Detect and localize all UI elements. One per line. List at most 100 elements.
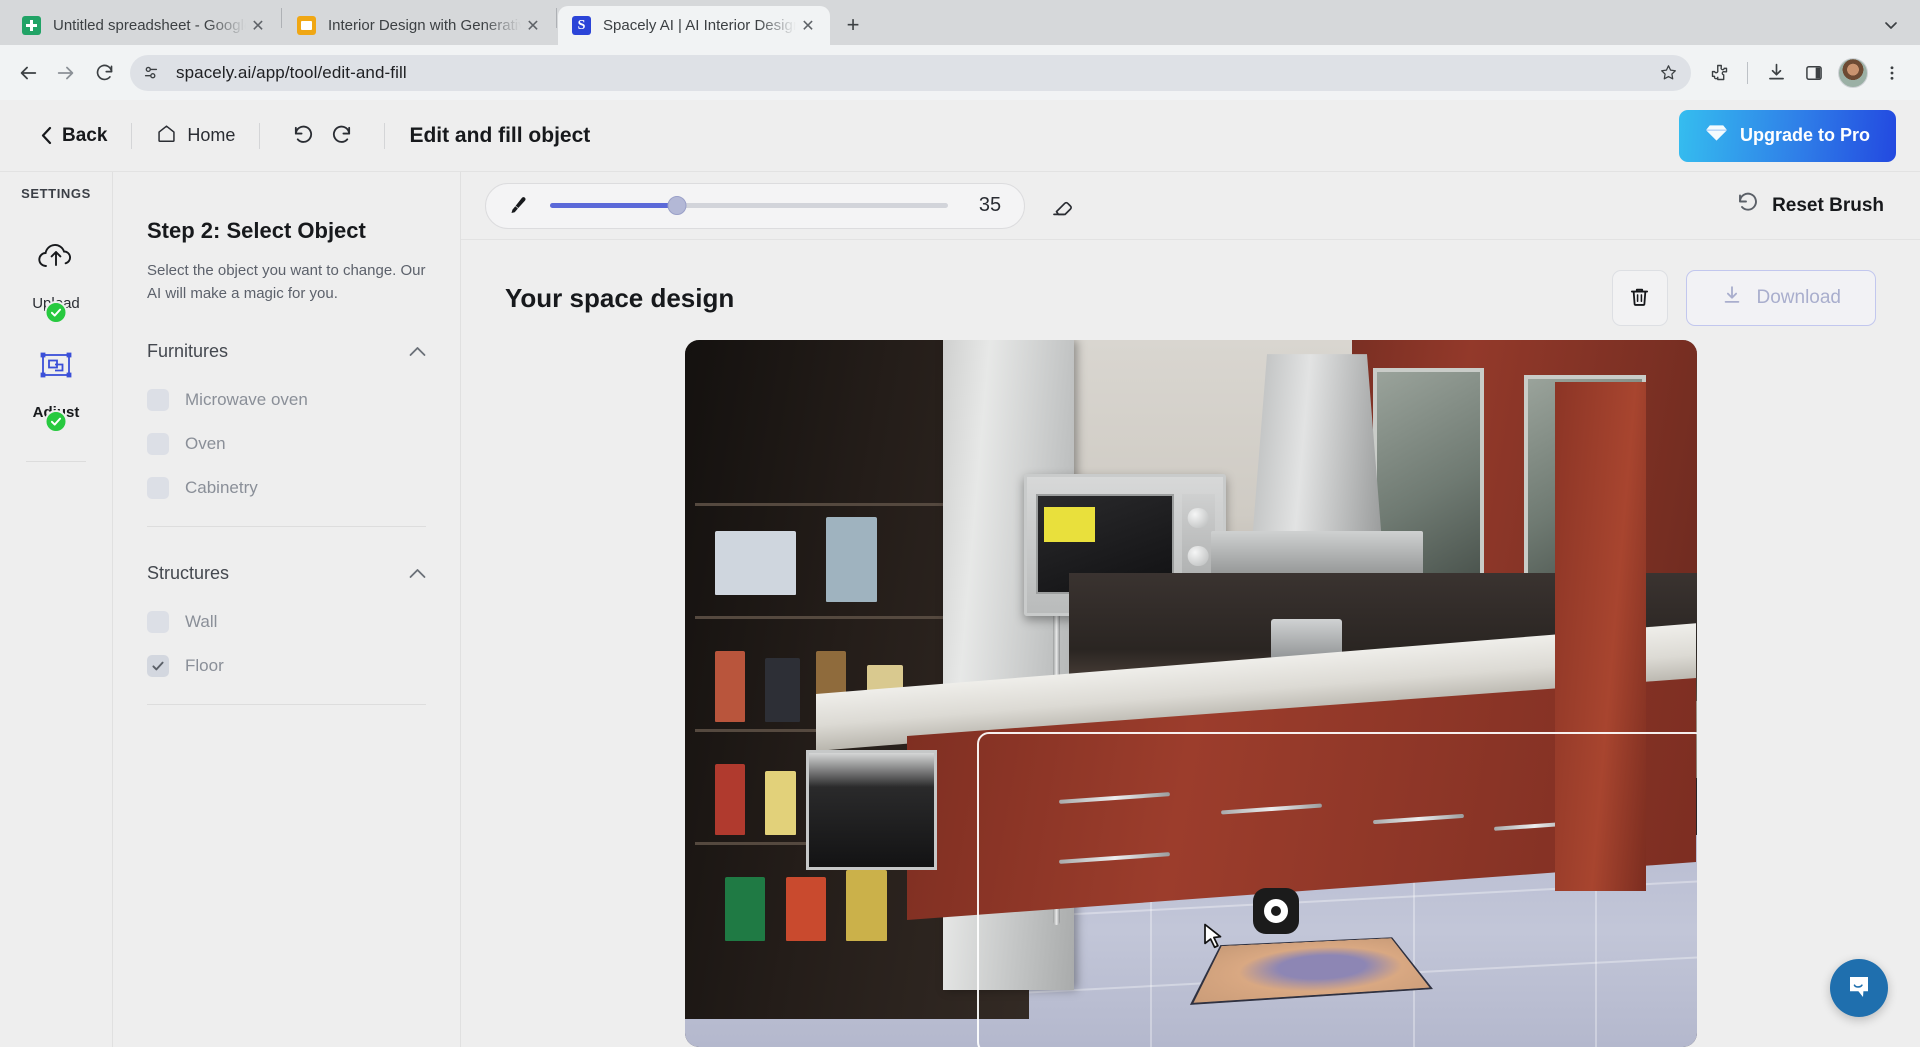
panel-title: Step 2: Select Object [147, 218, 426, 244]
group-items-furnitures: Microwave oven Oven Cabinetry [147, 378, 426, 510]
brush-size-control[interactable]: 35 [485, 183, 1025, 229]
kitchen-photo[interactable] [685, 340, 1697, 1047]
checkbox[interactable] [147, 389, 169, 411]
app-header: Back Home Edit and fill object [0, 100, 1920, 172]
design-area: Your space design [461, 240, 1920, 1047]
home-label: Home [187, 125, 235, 146]
upgrade-to-pro-button[interactable]: Upgrade to Pro [1679, 110, 1896, 162]
group-label: Structures [147, 563, 229, 584]
group-header-structures[interactable]: Structures [147, 555, 426, 592]
new-tab-button[interactable]: + [836, 8, 870, 42]
reload-icon[interactable] [86, 55, 122, 91]
delete-button[interactable] [1612, 270, 1668, 326]
reset-brush-button[interactable]: Reset Brush [1736, 191, 1896, 221]
brush-size-value: 35 [962, 194, 1018, 217]
toolbar-divider [1747, 62, 1748, 84]
option-microwave-oven[interactable]: Microwave oven [147, 378, 426, 422]
spacely-app: Back Home Edit and fill object [0, 100, 1920, 1047]
jar [765, 658, 799, 722]
option-label: Wall [185, 612, 217, 632]
download-button[interactable]: Download [1686, 270, 1877, 326]
chevron-up-icon[interactable] [409, 341, 426, 362]
range-hood [1251, 354, 1383, 552]
bottle [826, 517, 877, 602]
settings-heading: SETTINGS [21, 186, 91, 201]
box [715, 531, 796, 595]
home-button[interactable]: Home [156, 123, 235, 149]
download-icon [1721, 284, 1743, 312]
tab-title: Spacely AI | AI Interior Design [603, 17, 796, 34]
option-floor[interactable]: Floor [147, 644, 426, 688]
header-divider [384, 123, 385, 149]
group-header-furnitures[interactable]: Furnitures [147, 333, 426, 370]
checkbox[interactable] [147, 433, 169, 455]
page-title: Edit and fill object [409, 124, 590, 148]
jar [715, 764, 745, 835]
checkbox[interactable] [147, 477, 169, 499]
side-panel-icon[interactable] [1796, 55, 1832, 91]
intercom-chat-button[interactable] [1830, 959, 1888, 1017]
download-label: Download [1757, 287, 1842, 309]
microwave-label [1044, 507, 1095, 542]
back-button[interactable]: Back [40, 125, 107, 147]
checkbox[interactable] [147, 611, 169, 633]
option-oven[interactable]: Oven [147, 422, 426, 466]
back-label: Back [62, 125, 107, 147]
star-icon[interactable] [1653, 58, 1683, 88]
tab-title: Untitled spreadsheet - Google [53, 17, 246, 34]
option-cabinetry[interactable]: Cabinetry [147, 466, 426, 510]
chevron-up-icon[interactable] [409, 563, 426, 584]
reset-brush-label: Reset Brush [1772, 195, 1884, 217]
close-icon[interactable]: ✕ [246, 14, 270, 38]
forward-arrow-icon[interactable] [48, 55, 84, 91]
brush-size-slider[interactable] [550, 196, 948, 216]
three-dot-menu-icon[interactable] [1874, 55, 1910, 91]
puzzle-icon[interactable] [1701, 55, 1737, 91]
tab-divider [556, 8, 557, 28]
step-complete-check [44, 410, 67, 433]
diamond-icon [1705, 123, 1728, 148]
rail-step-upload[interactable]: Upload [32, 239, 80, 312]
browser-tab-3[interactable]: S Spacely AI | AI Interior Design ✕ [558, 6, 830, 45]
group-furnitures: Furnitures Microwave oven Oven [147, 333, 426, 527]
chevron-down-icon[interactable] [1876, 10, 1906, 40]
option-label: Microwave oven [185, 390, 308, 410]
avatar[interactable] [1838, 58, 1868, 88]
option-label: Cabinetry [185, 478, 258, 498]
jar [846, 870, 886, 941]
back-arrow-icon[interactable] [10, 55, 46, 91]
app-body: SETTINGS Upload [0, 172, 1920, 1047]
url-text: spacely.ai/app/tool/edit-and-fill [176, 63, 407, 83]
settings-rail: SETTINGS Upload [0, 172, 113, 1047]
undo-icon[interactable] [284, 117, 322, 155]
browser-tab-2[interactable]: Interior Design with Generativ ✕ [283, 6, 555, 45]
address-bar[interactable]: spacely.ai/app/tool/edit-and-fill [130, 55, 1691, 91]
checkbox-checked[interactable] [147, 655, 169, 677]
rail-step-adjust[interactable]: Adjust [33, 348, 80, 421]
home-icon [156, 123, 177, 149]
cloud-upload-icon [34, 239, 78, 275]
floor-tile-line [1595, 877, 1597, 1047]
tab-divider [281, 8, 282, 28]
slider-fill [550, 203, 677, 208]
close-icon[interactable]: ✕ [796, 14, 820, 38]
panel-description: Select the object you want to change. Ou… [147, 260, 426, 305]
eraser-icon[interactable] [1041, 184, 1085, 228]
header-divider [131, 123, 132, 149]
trash-icon [1628, 285, 1651, 312]
paintbrush-icon[interactable] [506, 194, 536, 218]
brush-toolbar: 35 Reset Brush [461, 172, 1920, 240]
download-icon[interactable] [1758, 55, 1794, 91]
design-header: Your space design [505, 266, 1876, 330]
wall-oven [806, 750, 938, 870]
option-wall[interactable]: Wall [147, 600, 426, 644]
header-divider [259, 123, 260, 149]
tune-icon[interactable] [136, 58, 166, 88]
slider-thumb[interactable] [668, 196, 687, 215]
chat-bubble-icon [1845, 972, 1873, 1005]
close-icon[interactable]: ✕ [521, 14, 545, 38]
step-complete-check [44, 301, 67, 324]
browser-tab-1[interactable]: Untitled spreadsheet - Google ✕ [8, 6, 280, 45]
redo-icon[interactable] [322, 117, 360, 155]
design-title: Your space design [505, 283, 734, 314]
